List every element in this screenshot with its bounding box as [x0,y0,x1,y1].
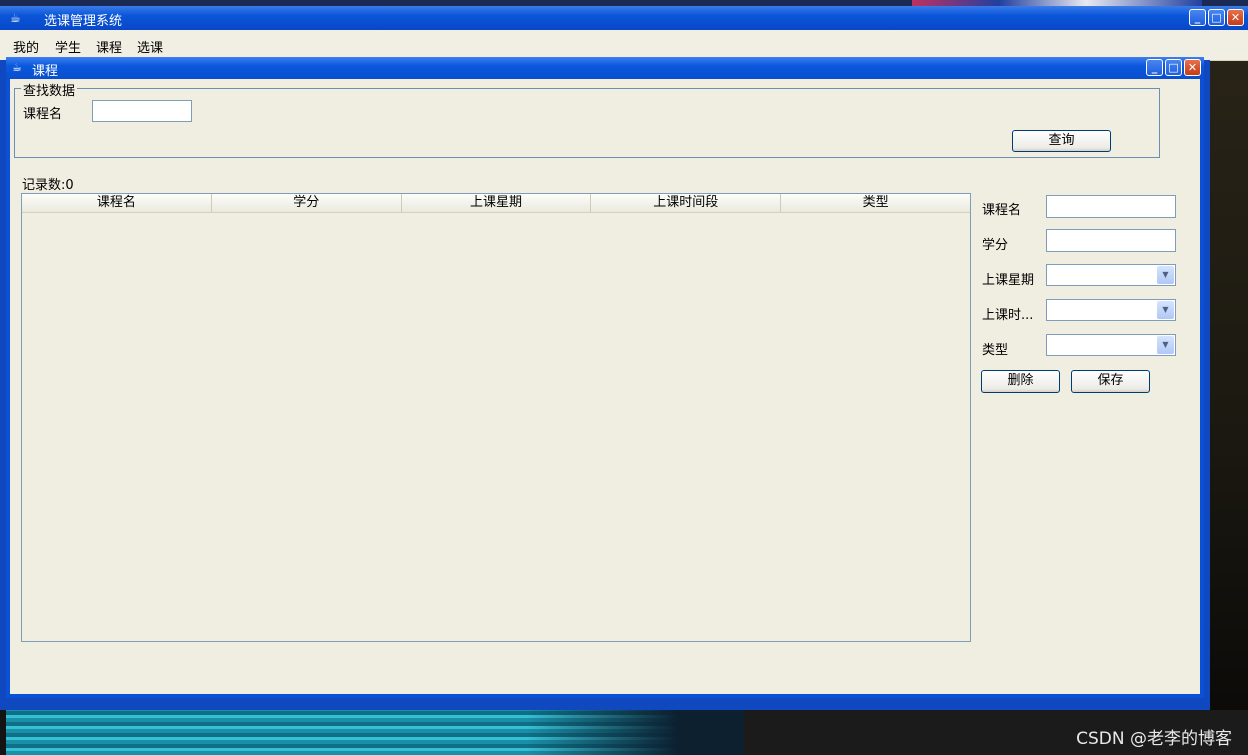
menu-item-course[interactable]: 课程 [96,37,122,56]
form-type-label: 类型 [982,343,1009,358]
column-header-credit[interactable]: 学分 [212,194,402,212]
course-table[interactable]: 课程名 学分 上课星期 上课时间段 类型 [21,193,971,642]
column-header-type[interactable]: 类型 [781,194,970,212]
form-time-select[interactable]: ▼ [1046,299,1176,321]
search-course-name-input[interactable] [92,100,192,122]
form-course-name-input[interactable] [1046,195,1176,218]
minimize-icon[interactable]: _ [1189,9,1206,26]
chevron-down-icon[interactable]: ▼ [1157,301,1174,319]
form-weekday-label: 上课星期 [982,273,1035,288]
save-button[interactable]: 保存 [1071,370,1150,393]
desktop-background-bottom: CSDN @老李的博客 [0,710,1248,755]
delete-button[interactable]: 删除 [981,370,1060,393]
close-icon[interactable]: ✕ [1184,59,1201,76]
course-window-client: 查找数据 课程名 查询 记录数:0 课程名 学分 上课星期 上课时间段 类型 课… [10,79,1200,694]
form-course-name-label: 课程名 [982,203,1022,218]
main-window-title: 选课管理系统 [44,14,123,29]
form-time-label: 上课时... [982,308,1034,323]
form-credit-label: 学分 [982,238,1009,253]
menu-item-student[interactable]: 学生 [55,37,81,56]
form-weekday-select[interactable]: ▼ [1046,264,1176,286]
maximize-icon[interactable]: □ [1165,59,1182,76]
query-button[interactable]: 查询 [1012,130,1111,152]
course-window-controls: _ □ ✕ [1146,59,1201,76]
desktop-wallpaper-teal [6,710,744,755]
menu-item-mine[interactable]: 我的 [13,37,39,56]
minimize-icon[interactable]: _ [1146,59,1163,76]
java-cup-icon: ☕ [10,11,21,25]
record-count: 记录数:0 [22,178,74,193]
watermark: CSDN @老李的博客 [1076,729,1232,749]
course-window-title: 课程 [32,64,59,79]
column-header-time-slot[interactable]: 上课时间段 [591,194,782,212]
form-credit-input[interactable] [1046,229,1176,252]
close-icon[interactable]: ✕ [1227,9,1244,26]
table-header: 课程名 学分 上课星期 上课时间段 类型 [22,194,970,213]
column-header-course-name[interactable]: 课程名 [22,194,212,212]
chevron-down-icon[interactable]: ▼ [1157,336,1174,354]
form-type-select[interactable]: ▼ [1046,334,1176,356]
menu-item-selection[interactable]: 选课 [137,37,163,56]
search-course-name-label: 课程名 [23,107,63,122]
column-header-weekday[interactable]: 上课星期 [402,194,592,212]
search-group: 查找数据 课程名 查询 [14,80,1160,158]
maximize-icon[interactable]: □ [1208,9,1225,26]
search-group-legend: 查找数据 [21,80,78,99]
chevron-down-icon[interactable]: ▼ [1157,266,1174,284]
main-titlebar[interactable]: ☕ 选课管理系统 _ □ ✕ [0,6,1248,30]
java-cup-icon: ☕ [12,61,22,74]
course-window: ☕ 课程 _ □ ✕ 查找数据 课程名 查询 记录数:0 课程名 学分 上课星期… [6,57,1204,698]
course-window-titlebar[interactable]: ☕ 课程 _ □ ✕ [6,57,1204,79]
main-window-controls: _ □ ✕ [1189,9,1244,26]
